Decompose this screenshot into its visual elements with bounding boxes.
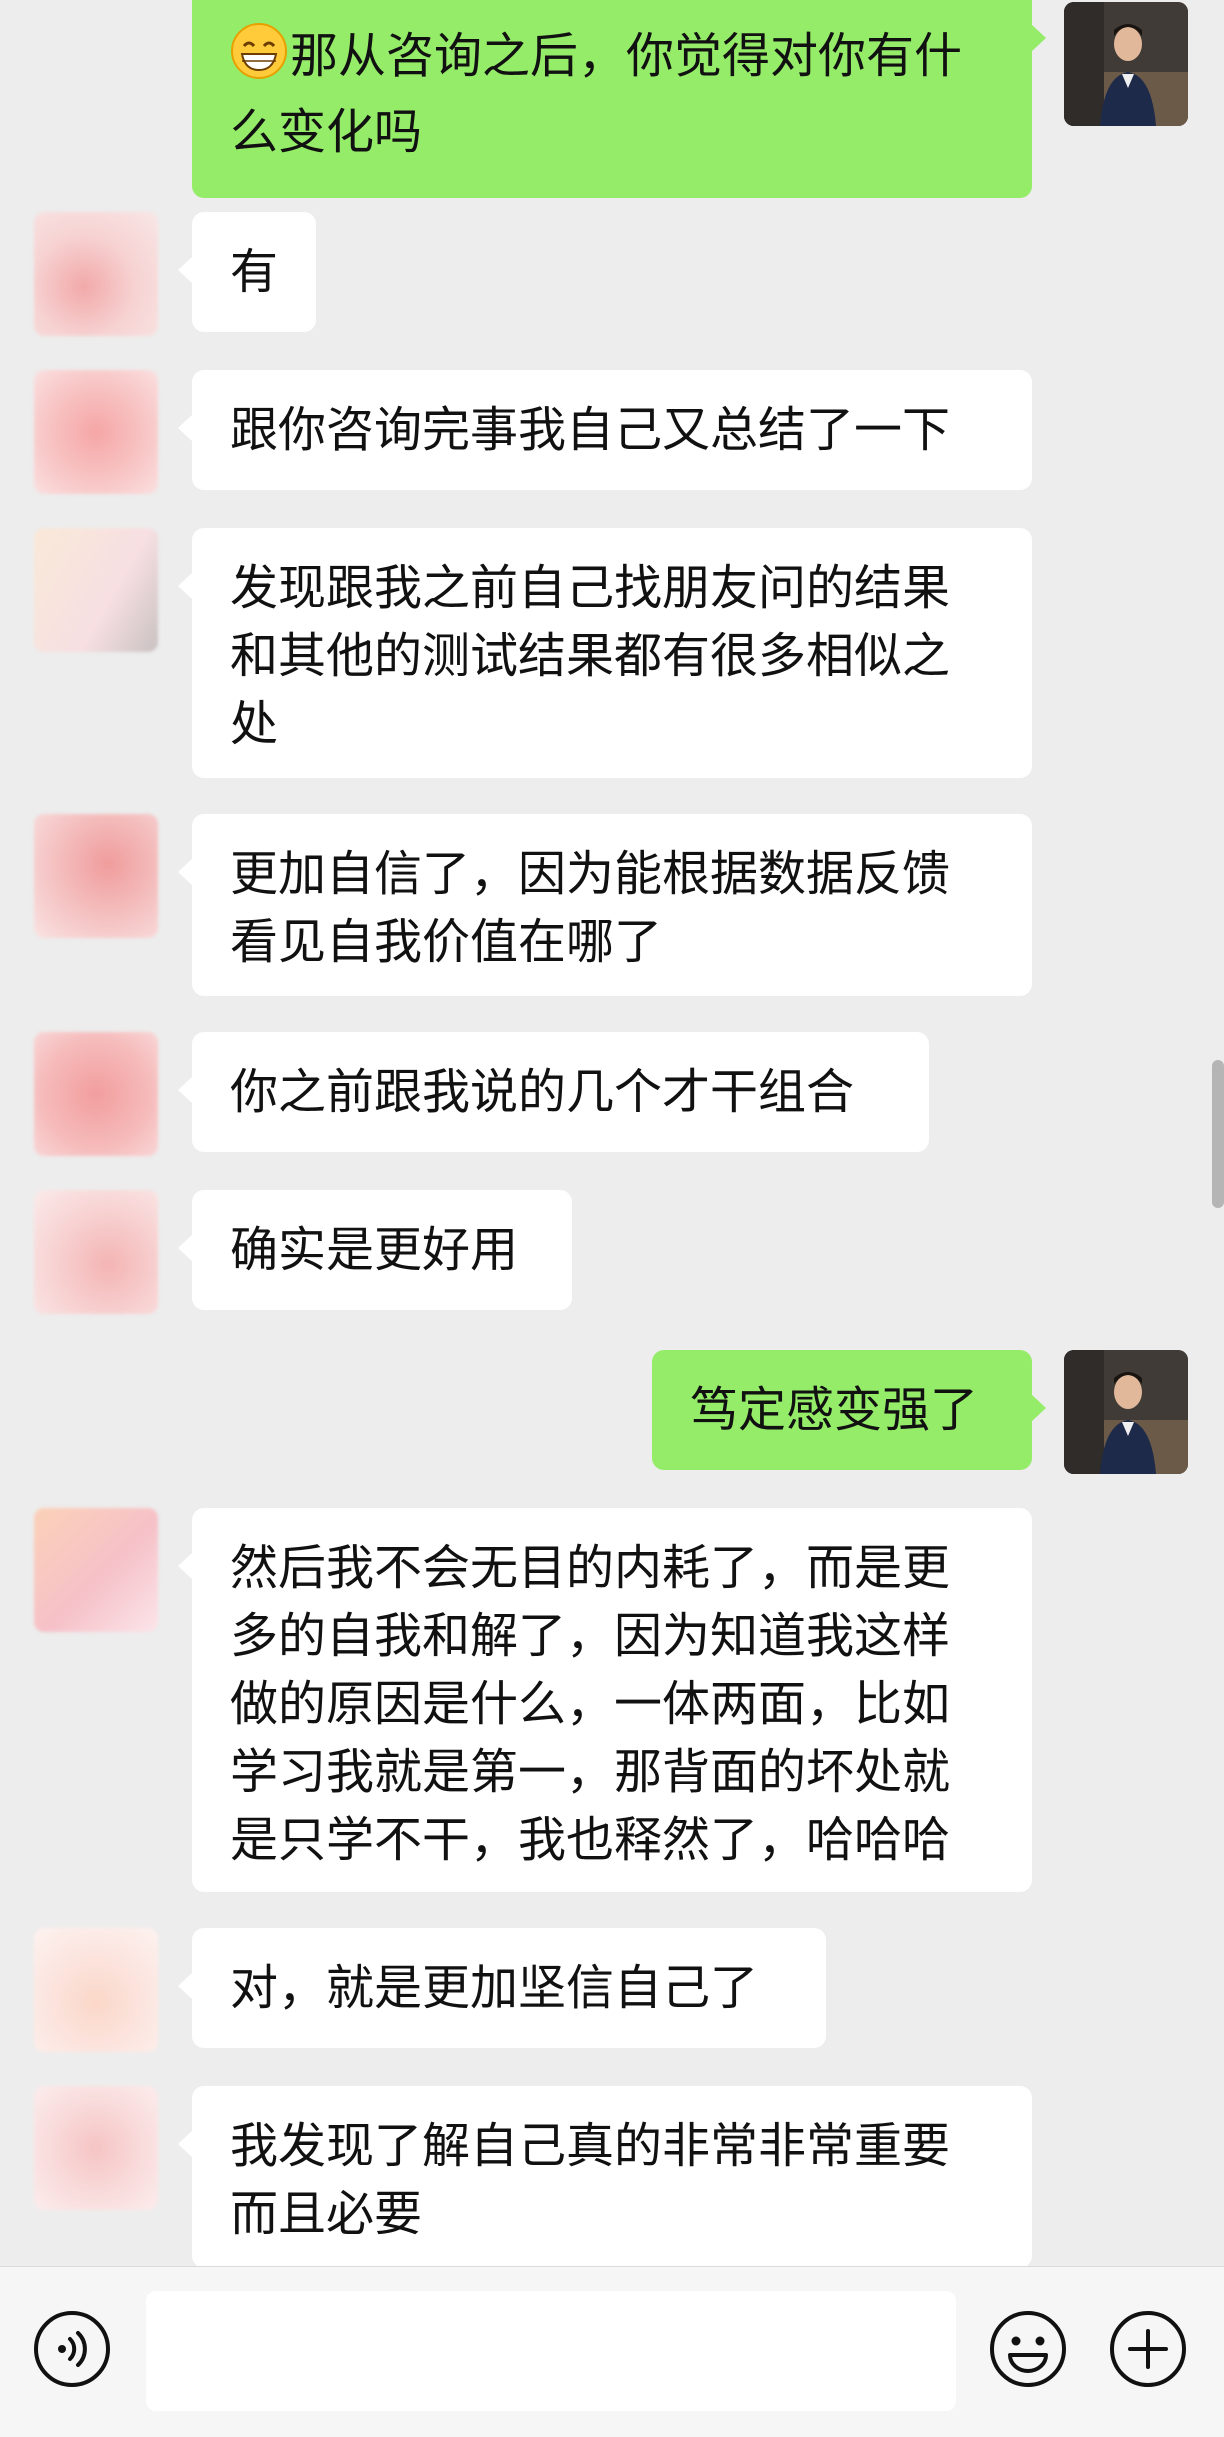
received-bubble[interactable]: 有 [177,212,317,332]
plus-icon [1110,2311,1186,2387]
voice-button[interactable] [32,2309,112,2389]
sent-bubble[interactable]: 笃定感变强了 [652,1350,1046,1470]
received-bubble[interactable]: 对，就是更加坚信自己了 [178,1928,826,2048]
input-bar [0,2266,1224,2437]
message-text: 确实是更好用 [230,1222,519,1278]
message-text: 那从咨询之后，你觉得对你有什么变化吗 [230,28,963,160]
emoji-icon [990,2311,1066,2387]
message-text: 有 [230,244,279,300]
message-text: 笃定感变强了 [690,1382,979,1438]
message-input[interactable] [146,2291,956,2411]
contact-avatar[interactable] [34,1032,158,1156]
received-bubble[interactable]: 你之前跟我说的几个才干组合 [178,1032,929,1152]
chat-area[interactable]: 那从咨询之后，你觉得对你有什么变化吗 有 跟你咨询完事我自己又总结了一下 发现跟… [0,0,1224,2266]
grinning-face-icon [230,22,288,98]
message-text: 我发现了解自己真的非常非常重要而且必要 [230,2118,951,2242]
received-bubble[interactable]: 发现跟我之前自己找朋友问的结果和其他的测试结果都有很多相似之处 [178,528,1032,778]
contact-avatar[interactable] [34,1928,158,2052]
contact-avatar[interactable] [34,814,158,938]
message-text: 跟你咨询完事我自己又总结了一下 [230,402,951,458]
message-text: 你之前跟我说的几个才干组合 [230,1064,855,1120]
message-text: 更加自信了，因为能根据数据反馈看见自我价值在哪了 [230,846,951,970]
contact-avatar[interactable] [34,212,158,336]
my-avatar[interactable] [1064,2,1188,126]
message-text: 对，就是更加坚信自己了 [230,1960,759,2016]
message-text: 发现跟我之前自己找朋友问的结果和其他的测试结果都有很多相似之处 [230,560,951,752]
received-bubble[interactable]: 跟你咨询完事我自己又总结了一下 [178,370,1032,490]
voice-icon [34,2311,110,2387]
message-text: 然后我不会无目的内耗了，而是更多的自我和解了，因为知道我这样做的原因是什么，一体… [230,1540,951,1868]
plus-button[interactable] [1108,2309,1188,2389]
my-avatar[interactable] [1064,1350,1188,1474]
sent-bubble[interactable]: 那从咨询之后，你觉得对你有什么变化吗 [192,0,1046,198]
contact-avatar[interactable] [34,2086,158,2210]
received-bubble[interactable]: 更加自信了，因为能根据数据反馈看见自我价值在哪了 [178,814,1032,996]
contact-avatar[interactable] [34,1508,158,1632]
received-bubble[interactable]: 然后我不会无目的内耗了，而是更多的自我和解了，因为知道我这样做的原因是什么，一体… [178,1508,1032,1892]
received-bubble[interactable]: 确实是更好用 [178,1190,572,1310]
contact-avatar[interactable] [34,370,158,494]
emoji-button[interactable] [988,2309,1068,2389]
contact-avatar[interactable] [34,1190,158,1314]
scrollbar[interactable] [1212,1060,1224,1208]
contact-avatar[interactable] [34,528,158,652]
received-bubble[interactable]: 我发现了解自己真的非常非常重要而且必要 [178,2086,1032,2266]
